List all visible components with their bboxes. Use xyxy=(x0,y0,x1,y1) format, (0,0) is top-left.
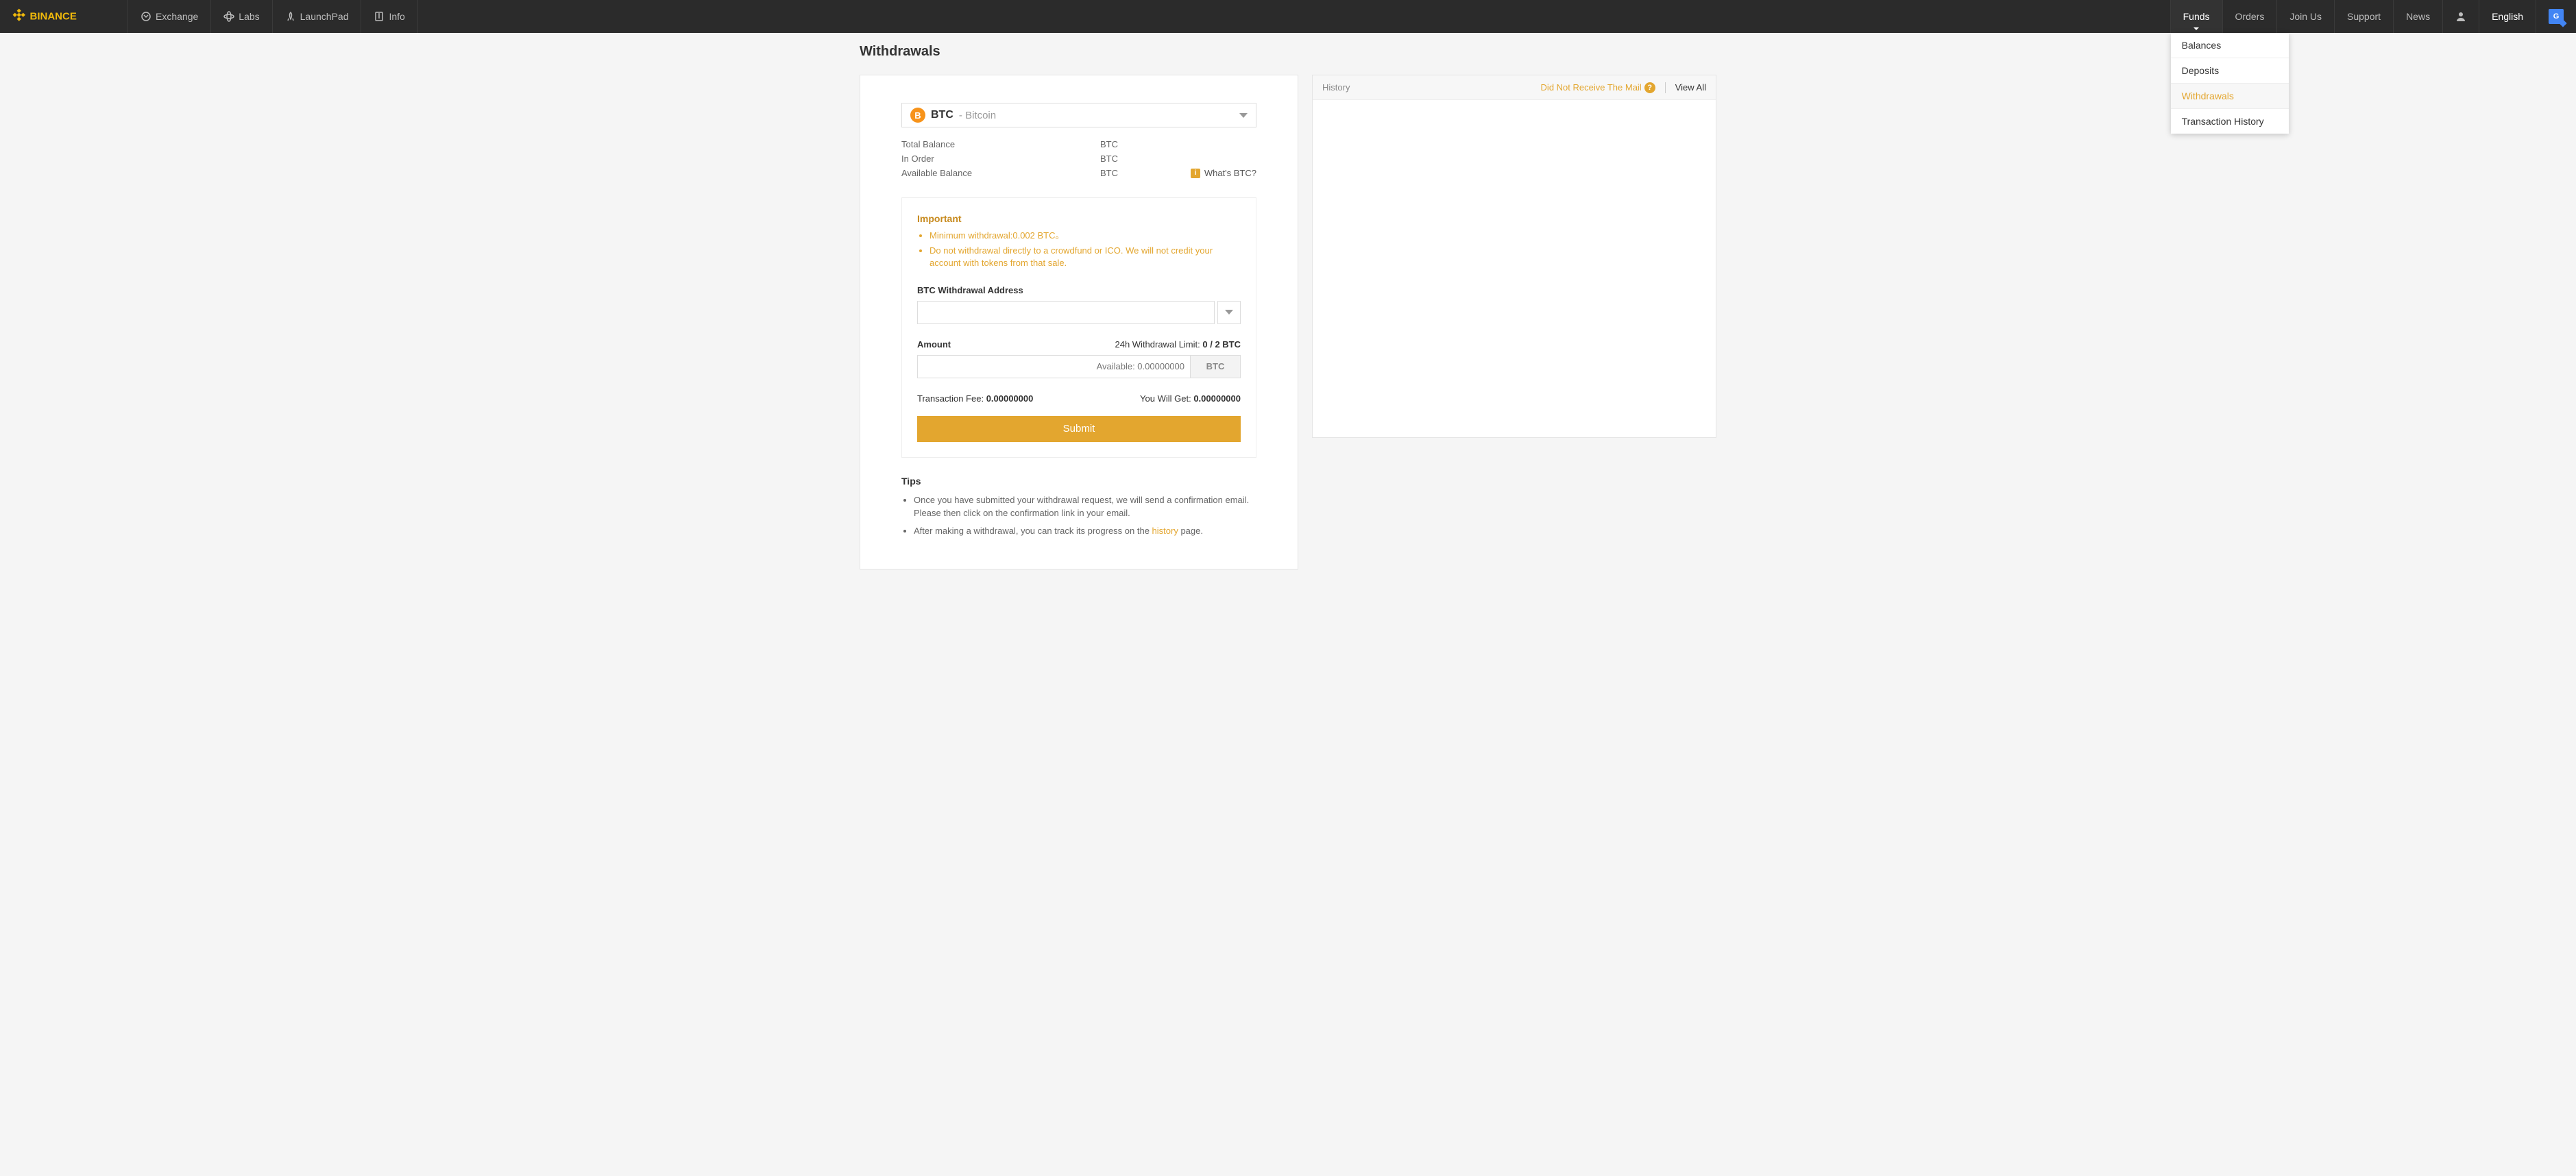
amount-label: Amount xyxy=(917,339,951,350)
coin-name: - Bitcoin xyxy=(959,110,996,121)
nav-support[interactable]: Support xyxy=(2334,0,2393,33)
nav-info[interactable]: Info xyxy=(361,0,417,33)
important-list: Minimum withdrawal:0.002 BTC。 Do not wit… xyxy=(917,230,1241,270)
nav-funds[interactable]: Funds Balances Deposits Withdrawals Tran… xyxy=(2170,0,2222,33)
tips-section: Tips Once you have submitted your withdr… xyxy=(901,476,1256,538)
nav-info-label: Info xyxy=(389,11,404,22)
mail-link-label: Did Not Receive The Mail xyxy=(1541,82,1642,93)
available-balance-label: Available Balance xyxy=(901,168,1100,178)
menu-balances[interactable]: Balances xyxy=(2171,33,2289,58)
nav-labs-label: Labs xyxy=(239,11,259,22)
launchpad-icon xyxy=(285,11,296,22)
total-balance-unit: BTC xyxy=(1100,139,1118,149)
nav-news-label: News xyxy=(2406,11,2430,22)
whats-btc-label: What's BTC? xyxy=(1204,168,1256,178)
withdrawal-limit: 24h Withdrawal Limit: 0 / 2 BTC xyxy=(1115,339,1241,350)
total-balance-label: Total Balance xyxy=(901,139,1100,149)
funds-dropdown: Balances Deposits Withdrawals Transactio… xyxy=(2171,33,2289,134)
nav-launchpad-label: LaunchPad xyxy=(300,11,349,22)
transaction-fee: Transaction Fee: 0.00000000 xyxy=(917,393,1033,404)
nav-launchpad[interactable]: LaunchPad xyxy=(273,0,362,33)
nav-labs[interactable]: Labs xyxy=(211,0,272,33)
nav-funds-label: Funds xyxy=(2183,11,2210,22)
caret-down-icon xyxy=(2194,27,2199,30)
coin-icon: B xyxy=(910,108,925,123)
amount-unit: BTC xyxy=(1190,355,1241,378)
user-icon xyxy=(2455,11,2466,22)
withdraw-card: B BTC - Bitcoin Total BalanceBTC In Orde… xyxy=(860,75,1298,569)
inorder-unit: BTC xyxy=(1100,154,1118,164)
did-not-receive-mail-link[interactable]: Did Not Receive The Mail ? xyxy=(1541,82,1655,93)
page-title: Withdrawals xyxy=(860,41,1716,64)
submit-button[interactable]: Submit xyxy=(917,416,1241,442)
nav-exchange-label: Exchange xyxy=(156,11,198,22)
important-item: Do not withdrawal directly to a crowdfun… xyxy=(929,245,1241,269)
nav-support-label: Support xyxy=(2347,11,2381,22)
svg-text:BINANCE: BINANCE xyxy=(30,11,77,23)
info-icon xyxy=(374,11,385,22)
amount-input[interactable] xyxy=(917,355,1190,378)
view-all-link[interactable]: View All xyxy=(1675,82,1706,93)
tips-item: Once you have submitted your withdrawal … xyxy=(914,493,1256,520)
chevron-down-icon xyxy=(1239,113,1248,118)
info-badge-icon: i xyxy=(1191,169,1200,178)
important-item: Minimum withdrawal:0.002 BTC。 xyxy=(929,230,1241,242)
chevron-down-icon xyxy=(1225,310,1233,315)
nav-account[interactable] xyxy=(2442,0,2479,33)
nav-joinus[interactable]: Join Us xyxy=(2276,0,2334,33)
nav-language-label: English xyxy=(2492,11,2523,22)
exchange-icon xyxy=(141,11,151,22)
nav-joinus-label: Join Us xyxy=(2289,11,2322,22)
withdraw-panel: Important Minimum withdrawal:0.002 BTC。 … xyxy=(901,197,1256,458)
menu-withdrawals[interactable]: Withdrawals xyxy=(2171,84,2289,109)
nav-translate[interactable]: G xyxy=(2536,0,2576,33)
labs-icon xyxy=(223,11,234,22)
inorder-label: In Order xyxy=(901,154,1100,164)
nav-exchange[interactable]: Exchange xyxy=(128,0,211,33)
brand-logo[interactable]: BINANCE xyxy=(0,0,128,33)
history-card: History Did Not Receive The Mail ? View … xyxy=(1312,75,1716,438)
withdrawal-address-input[interactable] xyxy=(917,301,1215,324)
tips-item: After making a withdrawal, you can track… xyxy=(914,524,1256,538)
important-title: Important xyxy=(917,213,1241,224)
you-will-get: You Will Get: 0.00000000 xyxy=(1140,393,1241,404)
address-label: BTC Withdrawal Address xyxy=(917,285,1241,295)
coin-symbol: BTC xyxy=(931,109,953,121)
nav-language[interactable]: English xyxy=(2479,0,2536,33)
coin-select[interactable]: B BTC - Bitcoin xyxy=(901,103,1256,127)
menu-deposits[interactable]: Deposits xyxy=(2171,58,2289,84)
history-tab[interactable]: History xyxy=(1322,82,1350,93)
address-dropdown-button[interactable] xyxy=(1217,301,1241,324)
translate-icon: G xyxy=(2549,9,2564,24)
question-icon: ? xyxy=(1644,82,1655,93)
available-balance-unit: BTC xyxy=(1100,168,1118,178)
nav-news[interactable]: News xyxy=(2393,0,2442,33)
divider xyxy=(1665,82,1666,93)
history-link[interactable]: history xyxy=(1152,526,1178,536)
nav-orders-label: Orders xyxy=(2235,11,2265,22)
nav-orders[interactable]: Orders xyxy=(2222,0,2277,33)
menu-transaction-history[interactable]: Transaction History xyxy=(2171,109,2289,134)
tips-title: Tips xyxy=(901,476,1256,487)
